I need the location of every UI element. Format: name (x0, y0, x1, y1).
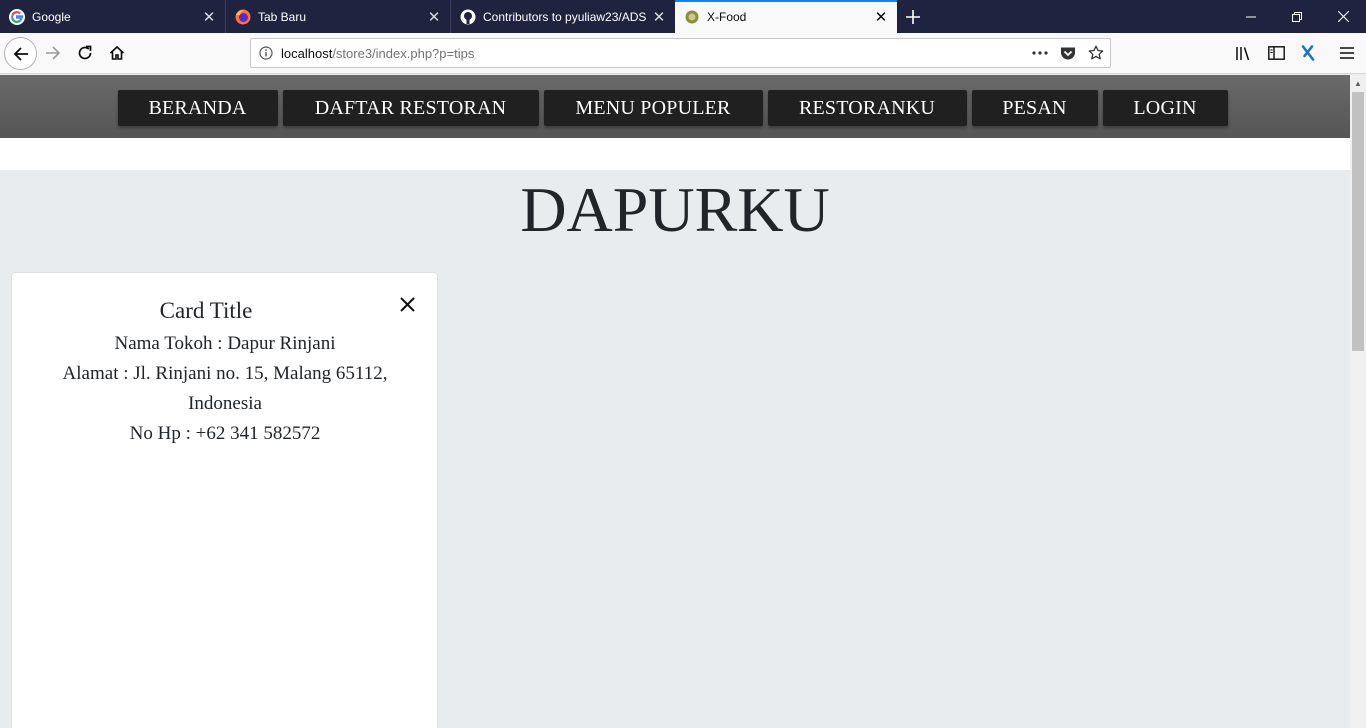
home-icon (109, 45, 125, 60)
store-address-line2: Indonesia (188, 393, 262, 414)
new-tab-button[interactable] (897, 0, 929, 33)
store-address-line1: Alamat : Jl. Rinjani no. 15, Malang 6511… (62, 363, 388, 384)
pocket-icon[interactable] (1054, 39, 1082, 67)
page-title: DAPURKU (520, 174, 830, 245)
close-tab-icon[interactable]: ✕ (199, 7, 219, 27)
nav-daftar-restoran[interactable]: DAFTAR RESTORAN (282, 90, 539, 126)
tab-title: X-Food (707, 9, 747, 24)
header-spacer (0, 138, 1350, 170)
nav-restoranku[interactable]: RESTORANKU (767, 90, 967, 126)
extension-x-button[interactable] (1293, 38, 1323, 68)
nav-menu-populer[interactable]: MENU POPULER (543, 90, 763, 126)
xfood-icon (684, 9, 700, 25)
navigation-toolbar: localhost/store3/index.php?p=tips (0, 33, 1366, 74)
close-icon (399, 296, 415, 312)
close-tab-icon[interactable]: ✕ (424, 7, 444, 27)
window-controls (1228, 0, 1366, 33)
nav-login[interactable]: LOGIN (1102, 90, 1228, 126)
url-text[interactable]: localhost/store3/index.php?p=tips (281, 46, 1026, 61)
tab-title: Google (32, 9, 71, 24)
page-scrollbar[interactable]: ▲ (1350, 75, 1366, 728)
home-button[interactable] (102, 38, 132, 68)
tab-x-food[interactable]: X-Food ✕ (675, 0, 897, 33)
store-name: Nama Tokoh : Dapur Rinjani (114, 333, 336, 354)
nav-pesan[interactable]: PESAN (971, 90, 1098, 126)
restaurant-card: Card Title Nama Tokoh : Dapur Rinjani Al… (11, 272, 438, 728)
card-title: Card Title (159, 298, 253, 323)
google-icon (9, 8, 25, 25)
card-body: Nama Tokoh : Dapur Rinjani Alamat : Jl. … (52, 329, 398, 449)
restore-icon (1292, 11, 1302, 22)
page-actions-menu-icon[interactable] (1026, 39, 1054, 67)
url-path: /store3/index.php?p=tips (332, 45, 475, 61)
sidebar-icon (1267, 46, 1285, 60)
tab-github-contributors[interactable]: Contributors to pyuliaw23/ADS ✕ (451, 0, 675, 33)
tab-title: Tab Baru (258, 9, 307, 24)
scrollbar-thumb[interactable] (1352, 92, 1364, 351)
hamburger-icon (1340, 47, 1354, 59)
tab-google[interactable]: Google ✕ (0, 0, 225, 33)
card-close-button[interactable] (396, 293, 418, 315)
forward-button[interactable] (38, 38, 68, 68)
minimize-icon (1246, 16, 1256, 17)
firefox-icon (235, 9, 251, 25)
restore-button[interactable] (1274, 0, 1320, 33)
close-tab-icon[interactable]: ✕ (871, 7, 891, 27)
close-window-button[interactable] (1320, 0, 1366, 33)
site-navbar: BERANDA DAFTAR RESTORAN MENU POPULER RES… (0, 75, 1350, 138)
address-bar[interactable]: localhost/store3/index.php?p=tips (250, 38, 1111, 68)
nav-beranda[interactable]: BERANDA (117, 90, 278, 126)
store-phone: No Hp : +62 341 582572 (129, 423, 321, 444)
browser-tab-strip: Google ✕ Tab Baru ✕ Contributors to pyul… (0, 0, 1366, 33)
arrow-left-icon (13, 46, 28, 61)
sidebar-toggle-button[interactable] (1261, 38, 1291, 68)
tab-tab-baru[interactable]: Tab Baru ✕ (226, 0, 450, 33)
library-icon (1236, 47, 1250, 61)
scroll-up-arrow-icon[interactable]: ▲ (1350, 75, 1366, 92)
page-viewport: BERANDA DAFTAR RESTORAN MENU POPULER RES… (0, 75, 1350, 728)
minimize-button[interactable] (1228, 0, 1274, 33)
url-host: localhost (281, 45, 333, 61)
close-tab-icon[interactable]: ✕ (649, 7, 669, 27)
back-button[interactable] (4, 37, 37, 70)
close-icon (1337, 11, 1349, 22)
bookmark-star-icon[interactable] (1082, 39, 1110, 67)
reload-button[interactable] (70, 38, 100, 68)
reload-icon (78, 45, 92, 60)
menu-button[interactable] (1332, 38, 1362, 68)
info-icon[interactable] (251, 46, 281, 60)
plus-icon (906, 9, 920, 24)
tab-title: Contributors to pyuliaw23/ADS (483, 9, 647, 24)
extension-x-icon (1301, 45, 1315, 61)
github-icon (460, 9, 476, 25)
library-button[interactable] (1229, 38, 1259, 68)
arrow-right-icon (46, 46, 61, 60)
